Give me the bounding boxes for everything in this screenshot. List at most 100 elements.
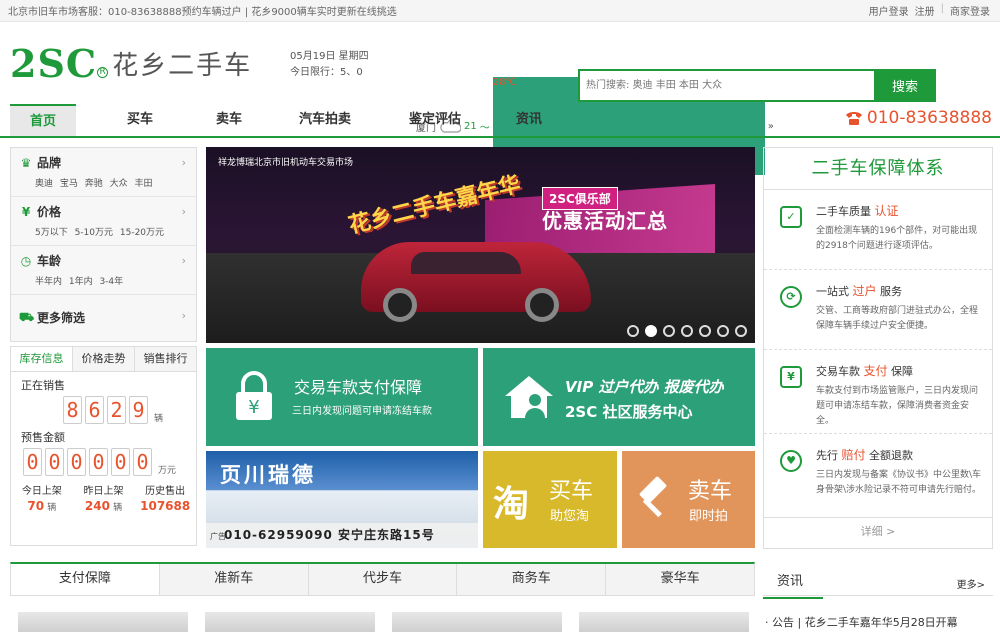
yen-icon: ¥ <box>21 204 31 219</box>
date-info: 05月19日 星期四 今日限行：5、0 <box>290 49 369 81</box>
nav-buy[interactable]: 买车 <box>108 104 172 136</box>
stat-value: 70 <box>27 499 45 513</box>
carousel-dot[interactable] <box>663 325 675 337</box>
news-title: 资讯 <box>762 570 824 599</box>
nav-sell[interactable]: 卖车 <box>204 104 254 136</box>
filter-price-title: 价格 <box>37 205 62 219</box>
filter-brand-options[interactable]: 奥迪 宝马 奔驰 大众 丰田 <box>19 176 188 189</box>
guarantee-item-desc: 全面检测车辆的196个部件，对可能出现的2918个问题进行逐项评估。 <box>816 226 978 251</box>
filter-age-options[interactable]: 半年内 1年内 3-4年 <box>19 274 188 287</box>
chevron-right-icon: › <box>181 156 186 169</box>
ad-banner-dealer[interactable]: 页川瑞德 010-62959090 安宁庄东路15号 广告 <box>206 451 478 548</box>
counter-digit: 9 <box>129 396 148 424</box>
tile-vip-service[interactable]: VIP 过户代办 报废代办 2SC 社区服务中心 <box>483 348 755 446</box>
filter-panel: ♛ 品牌 奥迪 宝马 奔驰 大众 丰田 › ¥ 价格 5万以下 5-10万元 15-… <box>10 147 197 342</box>
filter-more[interactable]: ⛟ 更多筛选 › <box>11 295 196 341</box>
car-thumbnail[interactable] <box>579 612 749 632</box>
car-thumbnail[interactable] <box>392 612 562 632</box>
tab-payment-guarantee[interactable]: 支付保障 <box>11 564 159 595</box>
date-text: 05月19日 星期四 <box>290 51 369 62</box>
car-thumbnail[interactable] <box>205 612 375 632</box>
nav-home[interactable]: 首页 <box>10 104 76 136</box>
carousel-dot[interactable] <box>717 325 729 337</box>
hotline: 010-83638888 <box>844 108 992 128</box>
guarantee-item-title: 二手车质量 <box>816 205 871 218</box>
tab-near-new[interactable]: 准新车 <box>158 564 308 595</box>
counter-unit: 辆 <box>154 414 164 424</box>
chevron-right-icon: › <box>181 205 186 218</box>
stat-label: 历史售出 <box>145 486 186 497</box>
hero-banner[interactable]: 祥龙博瑞北京市旧机动车交易市场 花乡二手车嘉年华 2SC俱乐部 优惠活动汇总 <box>206 147 755 343</box>
filter-brand-title: 品牌 <box>37 156 62 170</box>
nav-news[interactable]: 资讯 <box>504 104 554 136</box>
tile-buy-car[interactable]: 淘 买车 助您淘 <box>483 451 617 548</box>
carousel-dot[interactable] <box>735 325 747 337</box>
filter-age[interactable]: ◷ 车龄 半年内 1年内 3-4年 › <box>11 246 196 295</box>
tile-sell-car[interactable]: 卖车 即时拍 <box>622 451 755 548</box>
guarantee-item-highlight: 过户 <box>852 284 877 298</box>
guarantee-item-suffix: 全额退款 <box>869 449 914 462</box>
on-sale-label: 正在销售 <box>21 379 65 392</box>
banner-promo-title: 优惠活动汇总 <box>542 209 668 233</box>
carousel-dot[interactable] <box>681 325 693 337</box>
logo-name: 花乡二手车 <box>112 51 253 81</box>
tile-vip-title: VIP 过户代办 报废代办 <box>565 378 724 396</box>
main-nav: 首页 买车 卖车 汽车拍卖 鉴定评估 资讯 010-83638888 <box>0 104 1000 138</box>
carousel-dots <box>627 325 747 337</box>
filter-brand[interactable]: ♛ 品牌 奥迪 宝马 奔驰 大众 丰田 › <box>11 148 196 197</box>
ad-dealer-name: 页川瑞德 <box>220 463 316 487</box>
traffic-limit: 今日限行：5、0 <box>290 67 363 78</box>
tab-business[interactable]: 商务车 <box>456 564 606 595</box>
guarantee-item-suffix: 服务 <box>880 285 903 298</box>
carousel-dot[interactable] <box>699 325 711 337</box>
guarantee-more-link[interactable]: 详细 > <box>764 518 992 546</box>
guarantee-panel: 二手车保障体系 ✓ 二手车质量 认证 全面检测车辆的196个部件，对可能出现的2… <box>763 147 993 549</box>
search-button[interactable]: 搜索 <box>874 69 936 102</box>
register-link[interactable]: 注册 <box>915 3 935 18</box>
logo-mark: 2SC <box>10 41 98 86</box>
guarantee-item[interactable]: ✓ 二手车质量 认证 全面检测车辆的196个部件，对可能出现的2918个问题进行… <box>764 190 992 270</box>
presale-label: 预售金额 <box>21 431 65 444</box>
carousel-dot[interactable] <box>627 325 639 337</box>
counter-digit: 0 <box>67 448 86 476</box>
login-link[interactable]: 用户登录 <box>869 3 909 18</box>
guarantee-item-title: 一站式 <box>816 285 849 298</box>
guarantee-item[interactable]: ♥ 先行 赔付 全额退款 三日内发现与备案《协议书》中公里数\车身骨架\涉水险记… <box>764 434 992 518</box>
car-thumbnail[interactable] <box>18 612 188 632</box>
guarantee-item-title: 先行 <box>816 449 838 462</box>
nav-appraisal[interactable]: 鉴定评估 <box>396 104 474 136</box>
guarantee-item[interactable]: ¥ 交易车款 支付 保障 车款支付到市场监管账户，三日内发现问题可申请冻结车款，… <box>764 350 992 434</box>
filter-price[interactable]: ¥ 价格 5万以下 5-10万元 15-20万元 › <box>11 197 196 246</box>
hotline-number: 010-83638888 <box>866 108 992 128</box>
counter-digit: 6 <box>85 396 104 424</box>
stat-label: 今日上架 <box>21 486 62 497</box>
tile-payment-guarantee[interactable]: ¥ 交易车款支付保障 三日内发现问题可申请冻结车款 <box>206 348 478 446</box>
stat-yesterday: 昨日上架 240 辆 <box>73 484 135 516</box>
carousel-dot-active[interactable] <box>645 325 657 337</box>
tile-buy-sub: 助您淘 <box>550 509 590 524</box>
tile-vip-sub: 2SC 社区服务中心 <box>565 403 693 421</box>
tab-price-trend[interactable]: 价格走势 <box>72 347 134 371</box>
top-bar: 北京市旧车市场客服：010-83638888预约车辆过户 | 花乡9000辆车实… <box>0 0 1000 22</box>
nav-auction[interactable]: 汽车拍卖 <box>286 104 364 136</box>
guarantee-item[interactable]: ⟳ 一站式 过户 服务 交管、工商等政府部门进驻式办公，全程保障车辆手续过户安全… <box>764 270 992 350</box>
filter-price-options[interactable]: 5万以下 5-10万元 15-20万元 <box>19 225 188 238</box>
news-more-link[interactable]: 更多> <box>957 576 985 591</box>
stat-history: 历史售出 107688 <box>134 484 196 516</box>
site-logo[interactable]: 2SC R 花乡二手车 <box>10 44 252 84</box>
tab-commuter[interactable]: 代步车 <box>307 564 457 595</box>
tab-luxury[interactable]: 豪华车 <box>605 564 754 595</box>
search-input[interactable] <box>578 69 874 102</box>
tab-sales-rank[interactable]: 销售排行 <box>134 347 196 371</box>
guarantee-item-title: 交易车款 <box>816 365 860 378</box>
stock-tabs: 库存信息 价格走势 销售排行 <box>11 347 196 372</box>
divider: | <box>940 3 944 14</box>
merchant-login-link[interactable]: 商家登录 <box>950 3 990 18</box>
banner-car-image <box>361 242 591 322</box>
house-person-icon <box>505 376 553 418</box>
stat-value: 107688 <box>140 499 191 513</box>
tab-stock-info[interactable]: 库存信息 <box>11 347 72 371</box>
guarantee-item-desc: 三日内发现与备案《协议书》中公里数\车身骨架\涉水险记录不符可申请先行赔付。 <box>816 470 982 495</box>
guarantee-item-suffix: 保障 <box>891 365 914 378</box>
counter-digit: 2 <box>107 396 126 424</box>
